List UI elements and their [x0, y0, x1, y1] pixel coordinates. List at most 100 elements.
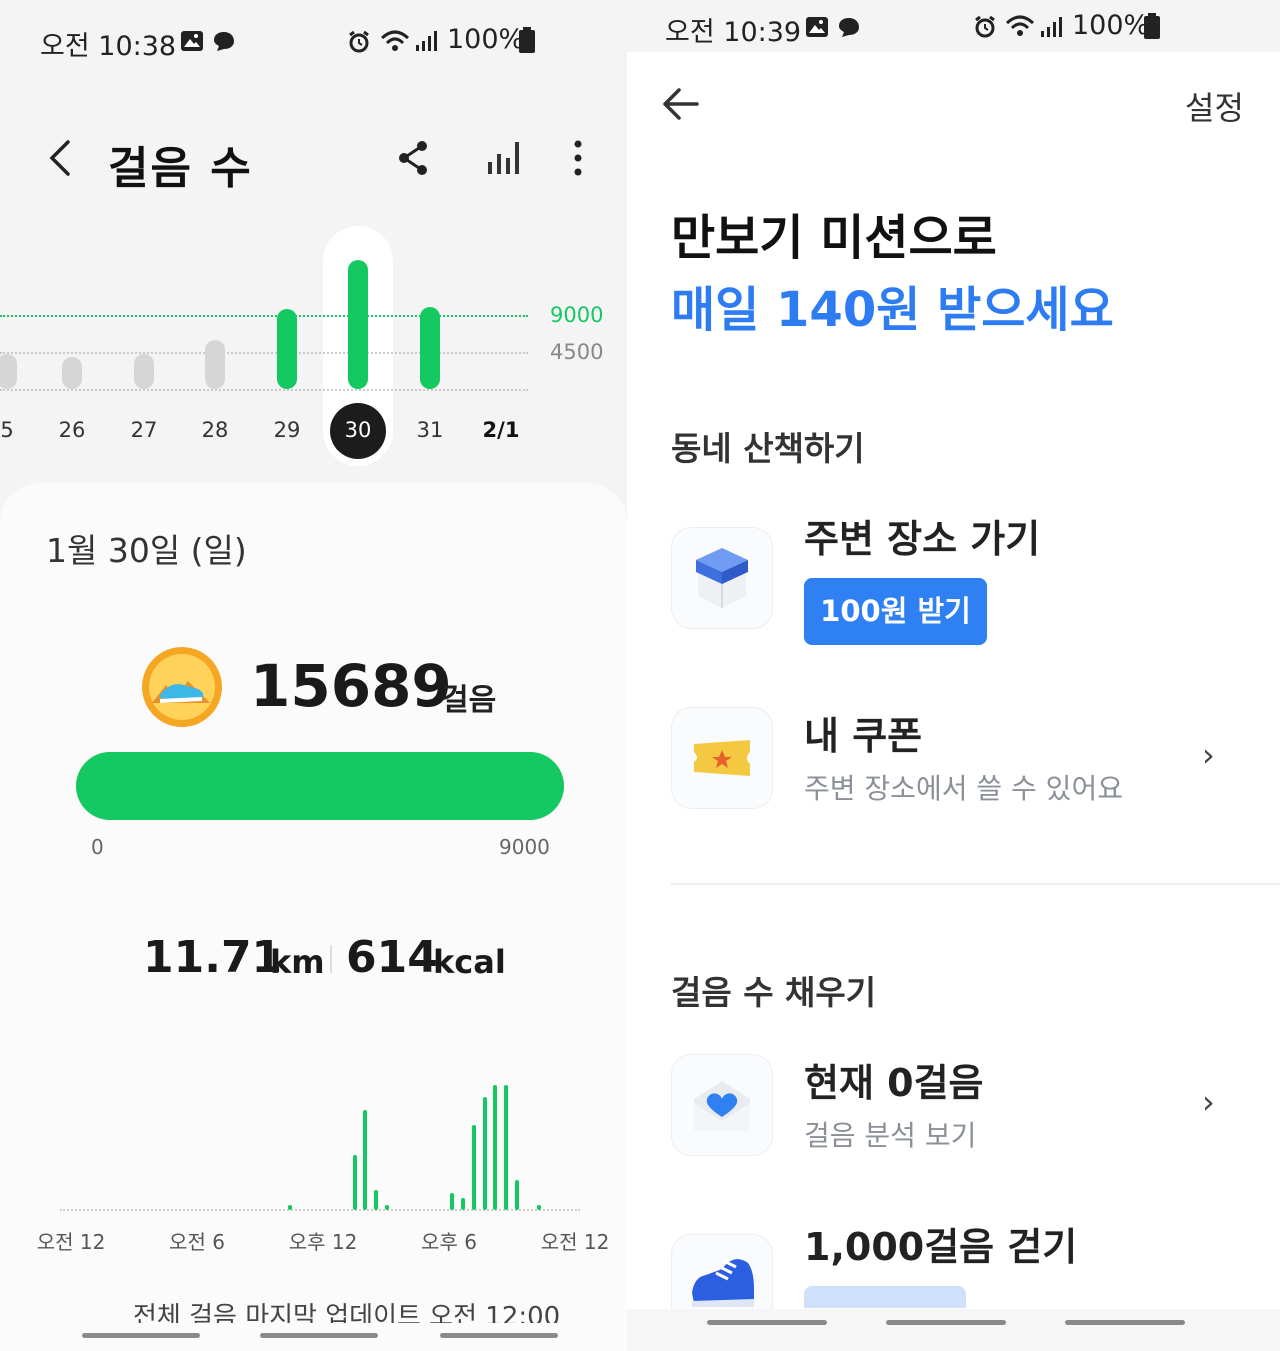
nav-home-button[interactable] — [260, 1333, 378, 1338]
day-bar-29[interactable] — [277, 309, 297, 389]
heart-envelope-icon — [694, 1081, 750, 1131]
hourly-bar — [385, 1205, 389, 1210]
pedometer-mission-screen: 오전 10:39 100% 설정 만보기 미션으로 매일 140원 받으세요 동… — [627, 0, 1280, 1351]
hourly-axis-label: 오후 12 — [288, 1230, 358, 1254]
hourly-bar — [450, 1193, 454, 1210]
hourly-bar — [363, 1110, 368, 1210]
calories-value: 614 — [346, 932, 438, 983]
goal-progress-track — [76, 752, 564, 820]
coupon-icon-box — [671, 707, 773, 809]
chat-notification-icon — [214, 32, 234, 51]
back-icon[interactable] — [44, 138, 74, 178]
section-title-steps: 걸음 수 채우기 — [671, 973, 877, 1012]
day-label-5[interactable]: 5 — [0, 418, 37, 442]
day-bar-30[interactable] — [348, 260, 368, 389]
wifi-icon — [1005, 15, 1035, 36]
goal-line — [0, 315, 528, 317]
day-bar-5[interactable] — [0, 354, 17, 389]
day-label-26[interactable]: 26 — [42, 418, 102, 442]
progress-max-label: 9000 — [499, 835, 550, 859]
date-title: 1월 30일 (일) — [46, 531, 247, 570]
day-bar-31[interactable] — [420, 306, 440, 389]
goal-progress-fill — [76, 752, 564, 820]
hourly-bar — [287, 1205, 292, 1210]
day-label-28[interactable]: 28 — [185, 418, 245, 442]
my-coupon-chevron-icon[interactable]: › — [1202, 736, 1215, 774]
gallery-notification-icon — [181, 31, 203, 51]
battery-icon — [519, 27, 535, 53]
more-icon[interactable] — [569, 138, 587, 178]
battery-percent: 100% — [447, 24, 525, 55]
alarm-icon — [975, 15, 995, 38]
hourly-axis-label: 오전 12 — [540, 1230, 610, 1254]
day-label-31[interactable]: 31 — [400, 418, 460, 442]
day-bar-26[interactable] — [62, 356, 82, 389]
step-analysis-chevron-icon[interactable]: › — [1202, 1083, 1215, 1121]
stat-divider — [330, 945, 332, 973]
nav-bar — [627, 1309, 1280, 1351]
half-goal-line — [0, 352, 528, 354]
progress-min-label: 0 — [91, 835, 104, 859]
nav-recent-button[interactable] — [82, 1333, 200, 1338]
my-coupon-title[interactable]: 내 쿠폰 — [804, 705, 922, 760]
status-time: 오전 10:38 — [40, 31, 177, 62]
coupon-ticket-icon — [694, 740, 750, 776]
settings-button[interactable]: 설정 — [1185, 83, 1244, 129]
distance-value: 11.71 — [143, 932, 283, 983]
day-label-29[interactable]: 29 — [257, 418, 317, 442]
steps-unit: 걸음 — [441, 683, 497, 718]
distance-unit: km — [270, 943, 325, 981]
hourly-bar — [493, 1085, 498, 1210]
half-goal-label: 4500 — [550, 340, 604, 364]
day-label-27[interactable]: 27 — [114, 418, 174, 442]
current-steps-title[interactable]: 현재 0걸음 — [804, 1052, 984, 1107]
signal-icon — [1041, 17, 1062, 37]
sneaker-icon — [692, 1259, 754, 1307]
day-label-2-1[interactable]: 2/1 — [471, 418, 531, 442]
back-arrow-icon[interactable] — [661, 86, 701, 122]
steps-value: 15689 — [250, 652, 452, 720]
hourly-bar — [515, 1180, 519, 1210]
nav-back-button[interactable] — [440, 1333, 558, 1338]
walk-1000-title[interactable]: 1,000걸음 걷기 — [804, 1216, 1077, 1271]
nav-home-button[interactable] — [886, 1320, 1006, 1325]
hourly-bar — [471, 1125, 476, 1210]
hourly-bar — [460, 1198, 465, 1210]
battery-percent: 100% — [1072, 10, 1150, 41]
day-label-30[interactable]: 30 — [328, 418, 388, 442]
headline-line-1: 만보기 미션으로 — [671, 210, 997, 266]
step-analysis-subtitle: 걸음 분석 보기 — [804, 1119, 977, 1152]
footer-clip: 전체 걸음 마지막 업데이트 오전 12:00 — [133, 1296, 603, 1323]
battery-icon — [1144, 13, 1160, 39]
headline-line-2: 매일 140원 받으세요 — [671, 282, 1114, 338]
hourly-bar — [504, 1085, 509, 1210]
hourly-axis-label: 오전 12 — [36, 1230, 106, 1254]
day-detail-card — [0, 483, 627, 1323]
section-title-walk: 동네 산책하기 — [671, 429, 865, 468]
step-goal-badge-icon — [142, 647, 222, 727]
status-time: 오전 10:39 — [665, 17, 802, 48]
last-update-text: 전체 걸음 마지막 업데이트 오전 12:00 — [133, 1302, 561, 1323]
alarm-icon — [349, 30, 369, 53]
get-100-won-button[interactable]: 100원 받기 — [804, 578, 987, 645]
day-bar-28[interactable] — [205, 340, 225, 389]
nearby-place-title: 주변 장소 가기 — [804, 517, 1041, 561]
page-title: 걸음 수 — [108, 143, 253, 194]
nav-recent-button[interactable] — [707, 1320, 827, 1325]
hourly-bar — [482, 1097, 487, 1210]
section-divider — [671, 883, 1280, 885]
walk-1000-reward-button-disabled — [804, 1286, 966, 1308]
bar-chart-icon[interactable] — [486, 138, 522, 176]
my-coupon-subtitle: 주변 장소에서 쓸 수 있어요 — [804, 772, 1123, 805]
calories-unit: kcal — [433, 943, 506, 981]
day-bar-27[interactable] — [134, 354, 154, 389]
hourly-bar — [352, 1155, 357, 1210]
share-icon[interactable] — [398, 140, 430, 176]
walk-1000-icon-box — [671, 1234, 773, 1315]
nav-back-button[interactable] — [1065, 1320, 1185, 1325]
wifi-icon — [380, 30, 410, 51]
gallery-notification-icon — [806, 17, 828, 37]
goal-label: 9000 — [550, 303, 604, 327]
chat-notification-icon — [839, 18, 859, 37]
hourly-axis-label: 오전 6 — [169, 1230, 225, 1254]
